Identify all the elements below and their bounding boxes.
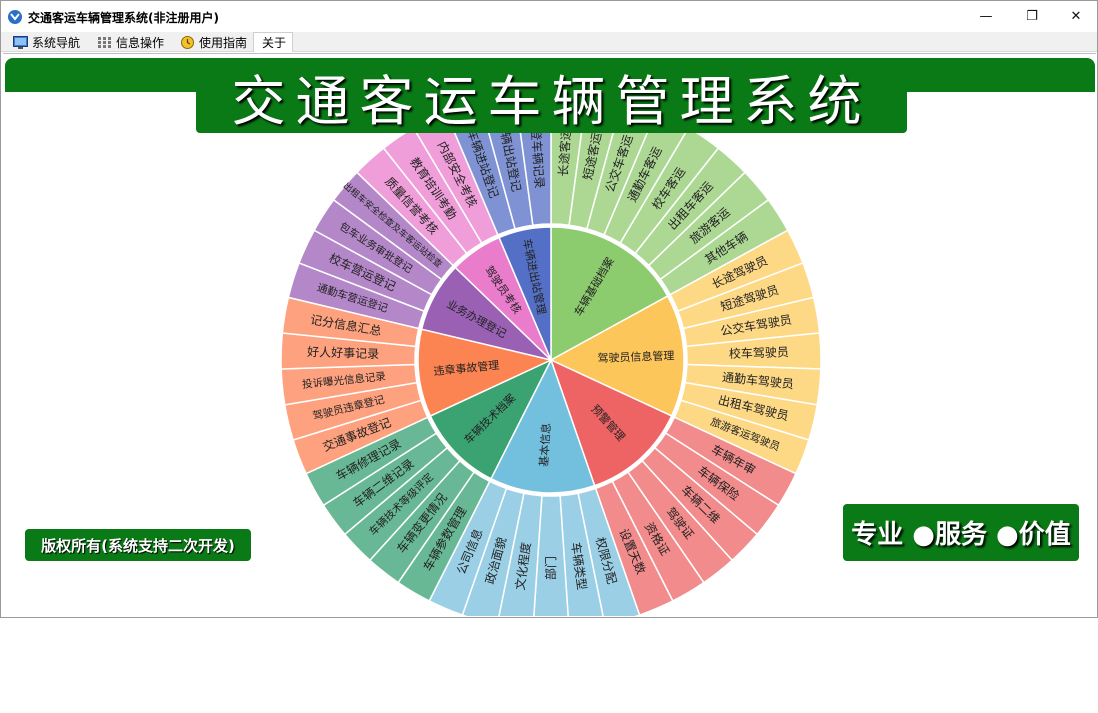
minimize-icon: — xyxy=(979,9,993,24)
app-window: 交通客运车辆管理系统(非注册用户) — ❐ ✕ 系统导航 信息操作 使用指南 关… xyxy=(0,0,1098,618)
minimize-button[interactable]: — xyxy=(963,1,1009,32)
wheel-item-label: 部门 xyxy=(543,556,558,580)
menu-about[interactable]: 关于 xyxy=(253,32,294,52)
slogan-badge: 专业 ●服务 ●价值 xyxy=(843,504,1079,561)
menu-user-guide[interactable]: 使用指南 xyxy=(176,32,253,52)
menu-system-nav[interactable]: 系统导航 xyxy=(9,32,86,52)
menu-bar: 系统导航 信息操作 使用指南 关于 xyxy=(1,32,1097,79)
close-icon: ✕ xyxy=(1070,9,1082,24)
monitor-icon xyxy=(13,35,28,49)
system-title-banner: 交通客运车辆管理系统 xyxy=(196,60,907,133)
restore-icon: ❐ xyxy=(1026,9,1038,24)
window-title: 交通客运车辆管理系统(非注册用户) xyxy=(28,11,219,25)
wheel-item-label: 校车驾驶员 xyxy=(729,344,789,361)
copyright-badge: 版权所有(系统支持二次开发) xyxy=(25,529,251,561)
wheel-category-label: 基本信息 xyxy=(536,422,553,467)
menu-info-ops[interactable]: 信息操作 xyxy=(93,32,170,52)
wheel-category-label: 驾驶员信息管理 xyxy=(597,348,674,365)
wheel-item-label: 好人好事记录 xyxy=(307,345,379,361)
title-bar: 交通客运车辆管理系统(非注册用户) — ❐ ✕ xyxy=(1,1,1097,32)
app-logo-icon xyxy=(8,10,22,24)
system-title: 交通客运车辆管理系统 xyxy=(231,70,872,133)
close-button[interactable]: ✕ xyxy=(1053,1,1098,32)
main-content: 车辆基础档案 长途客运 短途客运 公交车客运 通勤车客运 校车客运 出租车客运 旅游客运 其他车… xyxy=(3,53,1096,616)
clock-icon xyxy=(181,35,194,49)
restore-button[interactable]: ❐ xyxy=(1009,1,1055,32)
grid-icon xyxy=(98,36,111,48)
